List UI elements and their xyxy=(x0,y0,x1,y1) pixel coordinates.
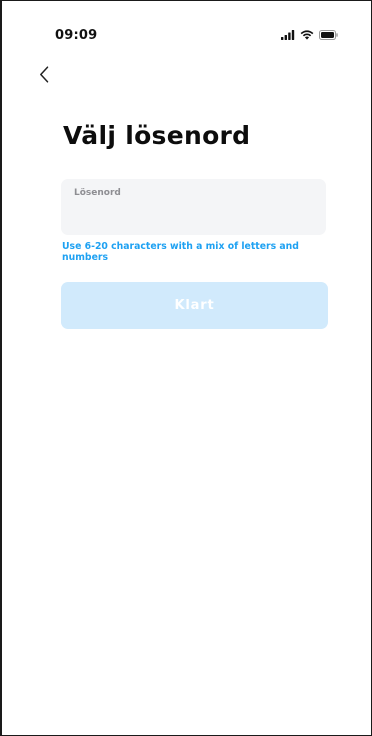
password-field-label: Lösenord xyxy=(74,188,121,198)
battery-icon xyxy=(319,30,338,40)
password-hint: Use 6-20 characters with a mix of letter… xyxy=(62,241,299,263)
status-time: 09:09 xyxy=(55,28,98,43)
back-button[interactable] xyxy=(32,61,56,87)
status-icons xyxy=(281,30,338,40)
page-title: Välj lösenord xyxy=(63,121,251,150)
password-input[interactable] xyxy=(74,205,314,227)
wifi-icon xyxy=(300,30,314,40)
phone-screen: 09:09 Välj lösenord Lösenord Use 6-20 ch… xyxy=(0,0,372,736)
password-field[interactable]: Lösenord xyxy=(61,179,326,235)
chevron-left-icon xyxy=(40,65,49,83)
signal-icon xyxy=(281,30,295,40)
done-button[interactable]: Klart xyxy=(61,282,328,329)
status-bar: 09:09 xyxy=(2,1,371,45)
